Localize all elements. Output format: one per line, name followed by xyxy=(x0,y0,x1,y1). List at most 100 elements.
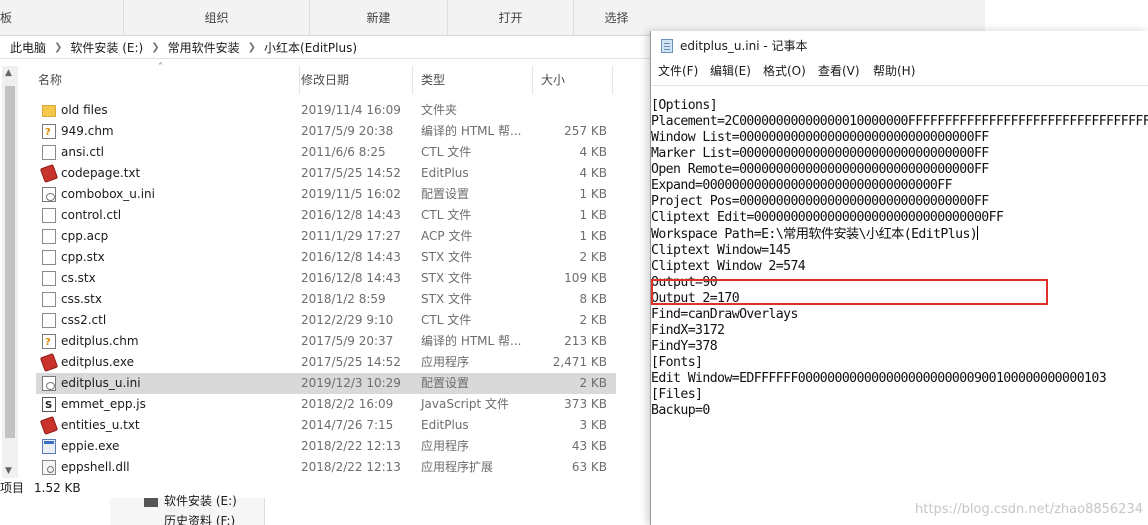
editplus-icon xyxy=(39,353,59,372)
ribbon-group-open[interactable]: 打开 xyxy=(447,0,573,36)
breadcrumb-current-folder[interactable]: 小红本(EditPlus) xyxy=(264,39,357,56)
file-row[interactable]: control.ctl 2016/12/8 14:43 CTL 文件 1 KB xyxy=(36,205,616,226)
scrollbar-thumb[interactable] xyxy=(5,86,15,438)
ini-icon xyxy=(42,187,56,202)
menu-format[interactable]: 格式(O) xyxy=(763,61,806,81)
nav-item-drive-e[interactable]: 软件安装 (E:) xyxy=(164,492,237,509)
file-row[interactable]: eppshell.dll 2018/2/22 12:13 应用程序扩展 63 KB xyxy=(36,457,616,478)
navigation-pane: 软件安装 (E:) 历史资料 (F:) xyxy=(110,494,265,525)
file-row[interactable]: ansi.ctl 2011/6/6 8:25 CTL 文件 4 KB xyxy=(36,142,616,163)
editor-line-text: [Options] xyxy=(651,98,718,113)
vertical-scrollbar[interactable]: ▲ ▼ xyxy=(2,66,18,478)
menu-view[interactable]: 查看(V) xyxy=(818,61,860,81)
chm-icon xyxy=(42,332,56,353)
editor-line: Find=canDrawOverlays xyxy=(651,307,1148,323)
file-size: 63 KB xyxy=(571,460,607,474)
menu-file[interactable]: 文件(F) xyxy=(658,61,698,81)
file-size: 2 KB xyxy=(579,250,607,264)
chevron-right-icon[interactable]: ❯ xyxy=(151,42,159,53)
file-size: 4 KB xyxy=(579,145,607,159)
file-name: ansi.ctl xyxy=(61,145,104,159)
window-title: editplus_u.ini - 记事本 xyxy=(680,39,808,53)
editor-line: Project Pos=0000000000000000000000000000… xyxy=(651,194,1148,210)
column-header-size[interactable]: 大小 xyxy=(533,66,613,94)
column-header-date[interactable]: 修改日期 xyxy=(293,66,413,94)
file-date: 2018/2/2 16:09 xyxy=(301,397,394,411)
editor-line: Cliptext Window=145 xyxy=(651,243,1148,259)
file-row[interactable]: cpp.stx 2016/12/8 14:43 STX 文件 2 KB xyxy=(36,247,616,268)
column-header-type[interactable]: 类型 xyxy=(413,66,533,94)
file-size: 2 KB xyxy=(579,376,607,390)
breadcrumb-folder[interactable]: 常用软件安装 xyxy=(168,39,240,56)
scroll-down-icon[interactable]: ▼ xyxy=(5,466,12,476)
file-row[interactable]: cpp.acp 2011/1/29 17:27 ACP 文件 1 KB xyxy=(36,226,616,247)
file-row[interactable]: editplus.exe 2017/5/25 14:52 应用程序 2,471 KB xyxy=(36,352,616,373)
dll-icon xyxy=(42,460,56,475)
notepad-title-bar[interactable]: editplus_u.ini - 记事本 xyxy=(651,31,1148,61)
editor-line-text: Find=canDrawOverlays xyxy=(651,307,798,322)
menu-help[interactable]: 帮助(H) xyxy=(873,61,915,81)
file-date: 2018/2/22 12:13 xyxy=(301,460,401,474)
file-size: 213 KB xyxy=(564,334,607,348)
text-editor-area[interactable]: [Options] Placement=2C0000000000000001000… xyxy=(651,85,1148,525)
editor-line: [Fonts] xyxy=(651,355,1148,371)
file-name: editplus.chm xyxy=(61,334,139,348)
file-type: STX 文件 xyxy=(421,292,472,306)
chevron-right-icon[interactable]: ❯ xyxy=(54,42,62,53)
editor-line: Cliptext Edit=00000000000000000000000000… xyxy=(651,210,1148,226)
file-name: control.ctl xyxy=(61,208,122,222)
nav-item-drive-f[interactable]: 历史资料 (F:) xyxy=(164,512,235,525)
ribbon-group-new[interactable]: 新建 xyxy=(309,0,447,36)
file-name: css.stx xyxy=(61,292,102,306)
file-date: 2017/5/25 14:52 xyxy=(301,166,401,180)
status-bar: 项目 1.52 KB xyxy=(0,478,650,498)
ribbon-group-organize[interactable]: 组织 xyxy=(123,0,309,36)
chevron-right-icon[interactable]: ❯ xyxy=(248,42,256,53)
file-name: eppie.exe xyxy=(61,439,120,453)
editor-line-text: Marker List=0000000000000000000000000000… xyxy=(651,146,989,161)
file-type: STX 文件 xyxy=(421,271,472,285)
file-icon xyxy=(42,313,56,328)
editplus-icon xyxy=(39,164,59,183)
file-size: 2 KB xyxy=(579,313,607,327)
file-name: eppshell.dll xyxy=(61,460,130,474)
column-header-name[interactable]: 名称 xyxy=(30,66,300,94)
file-row[interactable]: cs.stx 2016/12/8 14:43 STX 文件 109 KB xyxy=(36,268,616,289)
file-row[interactable]: editplus.chm 2017/5/9 20:37 编译的 HTML 帮... 2… xyxy=(36,331,616,353)
file-name: codepage.txt xyxy=(61,166,141,180)
file-row[interactable]: entities_u.txt 2014/7/26 7:15 EditPlus 3 KB xyxy=(36,415,616,436)
editor-line-text: Project Pos=0000000000000000000000000000… xyxy=(651,194,989,209)
notepad-icon xyxy=(661,39,673,53)
file-row[interactable]: codepage.txt 2017/5/25 14:52 EditPlus 4 KB xyxy=(36,163,616,184)
editor-line-text: Backup=0 xyxy=(651,403,710,418)
breadcrumb-this-pc[interactable]: 此电脑 xyxy=(10,39,46,56)
file-size: 257 KB xyxy=(564,124,607,138)
editor-content[interactable]: [Options] Placement=2C0000000000000001000… xyxy=(651,98,1148,419)
file-row[interactable]: emmet_epp.js 2018/2/2 16:09 JavaScript 文件 3… xyxy=(36,394,616,416)
file-row[interactable]: eppie.exe 2018/2/22 12:13 应用程序 43 KB xyxy=(36,436,616,457)
file-type: 配置设置 xyxy=(421,376,470,390)
file-row[interactable]: combobox_u.ini 2019/11/5 16:02 配置设置 1 KB xyxy=(36,184,616,205)
editor-line-text: Cliptext Edit=00000000000000000000000000… xyxy=(651,210,1004,225)
chm-icon xyxy=(42,122,56,143)
file-icon xyxy=(42,250,56,265)
ribbon-group-select[interactable]: 选择 xyxy=(573,0,659,36)
file-date: 2011/6/6 8:25 xyxy=(301,145,386,159)
breadcrumb-drive[interactable]: 软件安装 (E:) xyxy=(70,39,143,56)
file-list: old files 2019/11/4 16:09 文件夹 949.chm 2017/5… xyxy=(36,100,616,478)
file-row[interactable]: 949.chm 2017/5/9 20:38 编译的 HTML 帮... 257 KB xyxy=(36,121,616,143)
editor-line-text: Placement=2C00000000000000010000000FFFFF… xyxy=(651,114,1148,129)
file-type: 应用程序 xyxy=(421,355,470,369)
editor-line-text: Window List=0000000000000000000000000000… xyxy=(651,130,989,145)
editor-line: Open Remote=0000000000000000000000000000… xyxy=(651,162,1148,178)
ribbon-group-clipboard[interactable]: 板 xyxy=(0,0,12,36)
file-row[interactable]: editplus_u.ini 2019/12/3 10:29 配置设置 2 KB xyxy=(36,373,616,394)
menu-edit[interactable]: 编辑(E) xyxy=(710,61,751,81)
file-row[interactable]: css2.ctl 2012/2/29 9:10 CTL 文件 2 KB xyxy=(36,310,616,331)
file-type: 文件夹 xyxy=(421,103,458,117)
file-row[interactable]: old files 2019/11/4 16:09 文件夹 xyxy=(36,100,616,121)
file-date: 2017/5/9 20:38 xyxy=(301,124,394,138)
scroll-up-icon[interactable]: ▲ xyxy=(5,68,12,78)
file-row[interactable]: css.stx 2018/1/2 8:59 STX 文件 8 KB xyxy=(36,289,616,310)
file-date: 2019/11/4 16:09 xyxy=(301,103,401,117)
